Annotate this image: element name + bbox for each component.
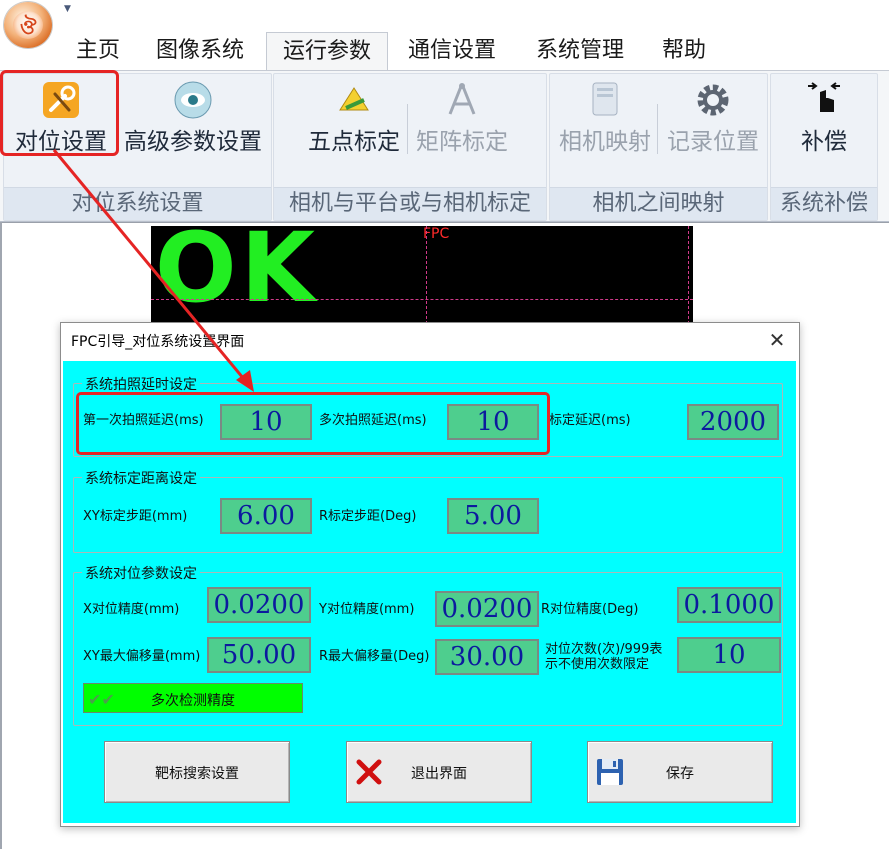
r-max-offset-label: R最大偏移量(Deg) — [319, 649, 430, 664]
compensation-button[interactable]: 补偿 — [771, 74, 877, 184]
exit-label: 退出界面 — [411, 766, 467, 782]
y-precision-label: Y对位精度(mm) — [319, 602, 415, 617]
group-calibration: 五点标定 矩阵标定 相机与平台或与相机标定 — [273, 73, 547, 221]
xy-max-offset-label: XY最大偏移量(mm) — [83, 649, 201, 664]
exit-button[interactable]: 退出界面 — [346, 741, 532, 803]
compass-icon — [448, 83, 476, 115]
advanced-params-label: 高级参数设置 — [124, 129, 262, 155]
gear-icon — [697, 84, 729, 116]
tab-run-params[interactable]: 运行参数 — [266, 32, 388, 71]
r-calib-step-label: R标定步距(Deg) — [319, 509, 417, 524]
camera-mapping-label: 相机映射 — [559, 129, 651, 155]
record-position-label: 记录位置 — [667, 129, 759, 155]
align-count-field[interactable]: 10 — [677, 637, 781, 673]
five-point-calib-label: 五点标定 — [308, 129, 400, 155]
hand-pointer-icon — [808, 82, 840, 112]
r-precision-label: R对位精度(Deg) — [541, 602, 639, 617]
x-precision-field[interactable]: 0.0200 — [207, 587, 311, 623]
multi-detect-precision-toggle[interactable]: ✔✔ 多次检测精度 — [83, 683, 303, 713]
separator — [407, 104, 408, 154]
tab-system-mgmt[interactable]: 系统管理 — [524, 32, 636, 70]
map-icon — [592, 82, 618, 116]
compensation-label: 补偿 — [801, 129, 847, 155]
highlight-align-settings — [0, 70, 119, 156]
workspace-border — [0, 222, 2, 849]
group-title: 系统标定距离设定 — [82, 468, 200, 488]
ribbon-panel: 对位设置 高级参数设置 对位系统设置 五点标定 矩阵标定 相机与平台或与相机标定… — [0, 70, 889, 222]
calib-delay-field[interactable]: 2000 — [687, 404, 779, 440]
tab-help[interactable]: 帮助 — [650, 32, 718, 70]
y-precision-field[interactable]: 0.0200 — [435, 591, 539, 627]
five-point-calib-button[interactable]: 五点标定 — [302, 74, 406, 184]
app-menu-button[interactable]: ঔ — [4, 2, 52, 48]
app-logo-icon: ঔ — [13, 11, 43, 39]
xy-max-offset-field[interactable]: 50.00 — [207, 637, 311, 673]
r-calib-step-field[interactable]: 5.00 — [447, 498, 539, 534]
separator — [657, 104, 658, 154]
r-max-offset-field[interactable]: 30.00 — [435, 639, 539, 675]
matrix-calib-label: 矩阵标定 — [416, 129, 508, 155]
dialog-title: FPC引导_对位系统设置界面 — [71, 334, 245, 350]
advanced-params-button[interactable]: 高级参数设置 — [118, 74, 268, 184]
crosshair-horizontal — [151, 299, 693, 300]
calib-delay-label: 标定延迟(ms) — [549, 413, 631, 428]
tab-home[interactable]: 主页 — [62, 32, 134, 70]
disc-icon — [174, 81, 212, 119]
group-title: 系统拍照延时设定 — [82, 374, 200, 394]
target-search-label: 靶标搜索设置 — [155, 766, 239, 782]
group-compensation: 补偿 系统补偿 — [770, 73, 878, 221]
group-label: 相机与平台或与相机标定 — [274, 187, 546, 220]
ok-status-text: OK — [155, 226, 319, 324]
xy-calib-step-label: XY标定步距(mm) — [83, 509, 188, 524]
matrix-calib-button[interactable]: 矩阵标定 — [410, 74, 514, 184]
crosshair-vertical — [426, 226, 427, 324]
tab-image-system[interactable]: 图像系统 — [144, 32, 256, 70]
group-camera-mapping: 相机映射 记录位置 相机之间映射 — [549, 73, 768, 221]
group-label: 对位系统设置 — [4, 187, 271, 220]
camera-mapping-button[interactable]: 相机映射 — [552, 74, 658, 184]
crosshair-vertical-right — [688, 226, 689, 324]
x-precision-label: X对位精度(mm) — [83, 602, 180, 617]
xy-calib-step-field[interactable]: 6.00 — [220, 498, 312, 534]
close-icon[interactable]: ✕ — [765, 328, 789, 352]
multi-detect-label: 多次检测精度 — [151, 693, 235, 709]
highlight-photo-delay-fields — [76, 392, 550, 455]
group-label: 系统补偿 — [771, 187, 877, 220]
tab-comm-settings[interactable]: 通信设置 — [396, 32, 508, 70]
quick-access-dropdown-icon[interactable]: ▼ — [64, 4, 71, 14]
target-search-settings-button[interactable]: 靶标搜索设置 — [104, 741, 290, 803]
save-button[interactable]: 保存 — [587, 741, 773, 803]
calibrate-icon — [339, 87, 369, 111]
camera-view: OK FPC — [151, 226, 693, 324]
align-count-label-line2: 示不使用次数限定 — [545, 657, 650, 672]
record-position-button[interactable]: 记录位置 — [660, 74, 766, 184]
save-label: 保存 — [666, 766, 694, 782]
group-label: 相机之间映射 — [550, 187, 767, 220]
r-precision-field[interactable]: 0.1000 — [677, 587, 781, 623]
group-title: 系统对位参数设定 — [82, 563, 200, 583]
